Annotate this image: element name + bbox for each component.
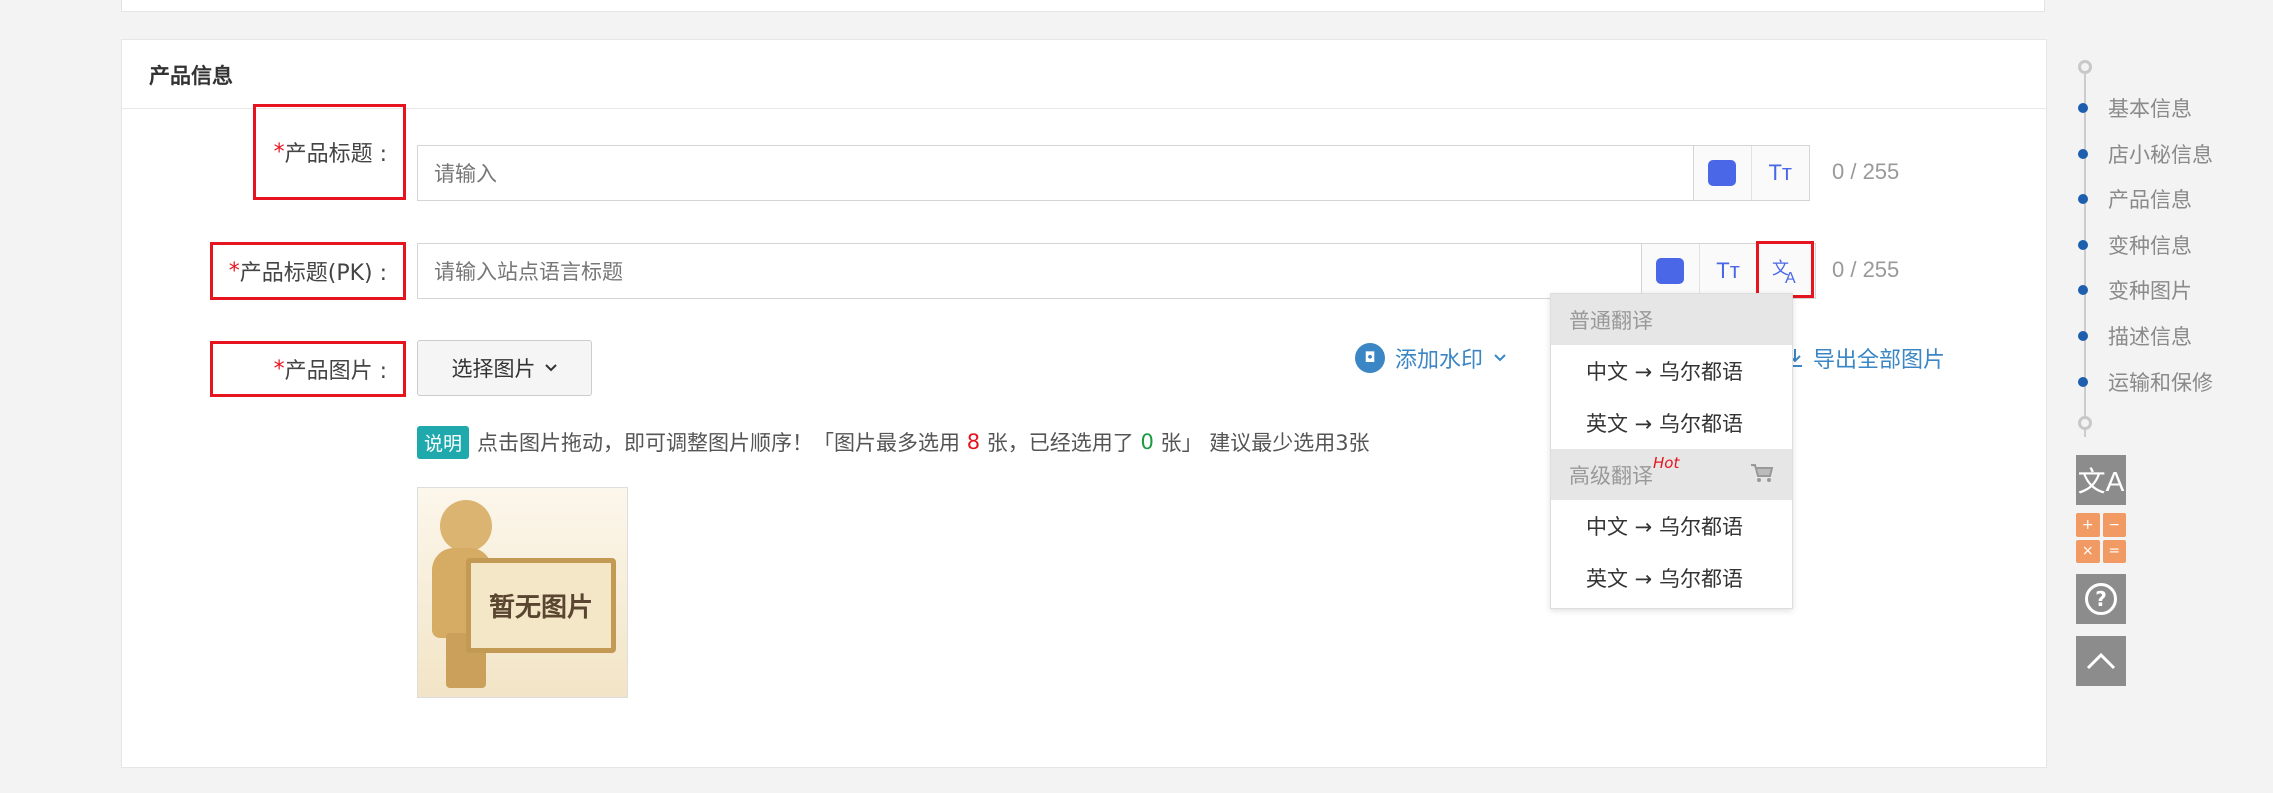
ai-assist-button[interactable] (1642, 244, 1700, 298)
watermark-icon: ◘ (1355, 343, 1385, 373)
product-title-pk-label-text: 产品标题(PK) : (239, 261, 387, 286)
product-images-label: * 产品图片 : (210, 341, 406, 397)
nav-dot (2078, 331, 2088, 341)
product-title-pk-placeholder: 请输入站点语言标题 (434, 260, 623, 284)
product-images-label-text: 产品图片 : (284, 359, 387, 384)
divider (122, 108, 2046, 109)
product-title-pk-label: * 产品标题(PK) : (210, 242, 406, 300)
translate-tool-icon: 文A (2077, 466, 2125, 497)
ai-icon (1656, 258, 1685, 284)
note-used-count: 0 (1140, 430, 1154, 454)
chevron-up-icon (2086, 652, 2116, 670)
nav-label: 基本信息 (2108, 97, 2192, 121)
translate-option-zh-ur[interactable]: 中文 → 乌尔都语 (1551, 345, 1792, 397)
note-text-before: 点击图片拖动，即可调整图片顺序！「图片最多选用 (477, 431, 961, 455)
add-watermark-label: 添加水印 (1395, 348, 1484, 373)
calculator-tool-button[interactable]: + − × = (2076, 513, 2126, 563)
required-mark: * (273, 356, 285, 382)
nav-label: 变种信息 (2108, 234, 2192, 258)
translate-button-highlight (1756, 241, 1814, 298)
help-icon: ? (2085, 583, 2117, 615)
nav-end-ring (2078, 416, 2092, 430)
product-title-label-text: 产品标题 : (284, 142, 387, 167)
translate-tool-button[interactable]: 文A (2076, 455, 2126, 505)
note-max-count: 8 (966, 430, 981, 454)
required-mark: * (228, 258, 240, 284)
translate-option-en-ur[interactable]: 英文 → 乌尔都语 (1551, 397, 1792, 449)
back-to-top-button[interactable] (2076, 636, 2126, 686)
nav-item-dxm[interactable]: 店小秘信息 (2076, 141, 2213, 167)
nav-dot (2078, 377, 2088, 387)
nav-dot (2078, 103, 2088, 113)
font-case-icon: Tт (1716, 258, 1740, 283)
nav-item-product[interactable]: 产品信息 (2076, 186, 2192, 212)
product-title-placeholder: 请输入 (434, 162, 497, 186)
nav-item-variant[interactable]: 变种信息 (2076, 232, 2192, 258)
product-title-counter: 0 / 255 (1832, 159, 1900, 184)
nav-dot (2078, 240, 2088, 250)
add-watermark-button[interactable]: ◘ 添加水印 (1355, 340, 1507, 376)
figure-head (440, 500, 492, 552)
chevron-down-icon (1494, 354, 1506, 362)
font-case-button[interactable]: Tт (1752, 146, 1810, 200)
hot-badge: Hot (1653, 453, 1680, 472)
advanced-translate-group: 高级翻译 Hot (1551, 449, 1792, 500)
required-mark: * (273, 139, 285, 165)
nav-dot (2078, 149, 2088, 159)
previous-card-bottom (121, 0, 2045, 12)
nav-label: 变种图片 (2108, 279, 2192, 303)
advanced-translate-option-en-ur[interactable]: 英文 → 乌尔都语 (1551, 552, 1792, 604)
select-image-label: 选择图片 (451, 357, 536, 381)
product-title-label: * 产品标题 : (253, 104, 406, 200)
calc-equals-icon: = (2102, 539, 2126, 563)
ai-icon (1708, 160, 1737, 186)
advanced-translate-option-zh-ur[interactable]: 中文 → 乌尔都语 (1551, 500, 1792, 552)
font-case-button[interactable]: Tт (1700, 244, 1758, 298)
chevron-down-icon (544, 364, 557, 372)
nav-item-description[interactable]: 描述信息 (2076, 323, 2192, 349)
calc-times-icon: × (2076, 539, 2100, 563)
nav-item-basic[interactable]: 基本信息 (2076, 95, 2192, 121)
nav-item-shipping[interactable]: 运输和保修 (2076, 369, 2213, 395)
nav-item-variant-images[interactable]: 变种图片 (2076, 277, 2192, 303)
product-title-pk-input[interactable]: 请输入站点语言标题 (417, 243, 1642, 299)
section-title: 产品信息 (149, 64, 233, 88)
nav-dot (2078, 194, 2088, 204)
product-title-pk-counter: 0 / 255 (1832, 257, 1900, 282)
normal-translate-group: 普通翻译 (1551, 294, 1792, 345)
nav-start-ring (2078, 60, 2092, 74)
note-text-after: 张」 建议最少选用3张 (1160, 431, 1370, 455)
translate-dropdown: 普通翻译 中文 → 乌尔都语 英文 → 乌尔都语 高级翻译 Hot 中文 → 乌… (1550, 293, 1793, 609)
note-badge: 说明 (417, 425, 470, 459)
no-image-placeholder: 暂无图片 (417, 487, 628, 698)
advanced-translate-label: 高级翻译 (1569, 463, 1653, 488)
product-title-input[interactable]: 请输入 (417, 145, 1694, 201)
nav-label: 描述信息 (2108, 325, 2192, 349)
select-image-button[interactable]: 选择图片 (417, 340, 592, 396)
image-upload-note: 说明 点击图片拖动，即可调整图片顺序！「图片最多选用 8 张，已经选用了 0 张… (417, 425, 1370, 459)
product-title-addons: Tт (1693, 145, 1810, 201)
font-case-icon: Tт (1768, 160, 1792, 185)
cart-icon[interactable] (1750, 463, 1774, 483)
nav-label: 店小秘信息 (2108, 143, 2213, 167)
calc-minus-icon: − (2102, 513, 2126, 537)
help-tool-button[interactable]: ? (2076, 574, 2126, 624)
no-image-sign: 暂无图片 (466, 558, 616, 653)
export-all-images-label: 导出全部图片 (1813, 348, 1946, 373)
nav-label: 产品信息 (2108, 188, 2192, 212)
nav-dot (2078, 285, 2088, 295)
nav-label: 运输和保修 (2108, 371, 2213, 395)
export-all-images-button[interactable]: 导出全部图片 (1785, 340, 1945, 376)
note-text-mid: 张，已经选用了 (986, 431, 1134, 455)
ai-assist-button[interactable] (1694, 146, 1752, 200)
calc-plus-icon: + (2076, 513, 2100, 537)
